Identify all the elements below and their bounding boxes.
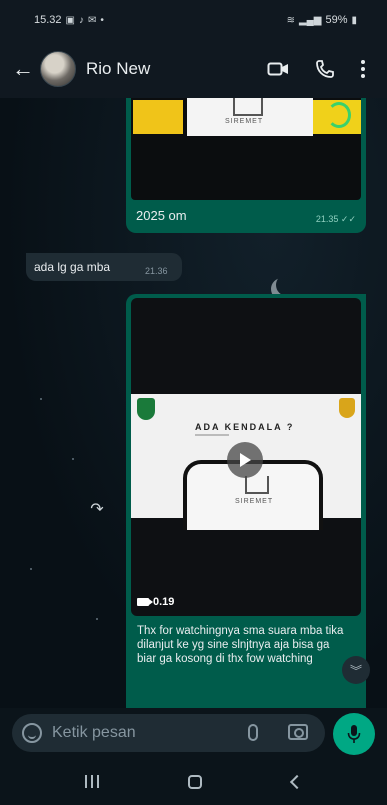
- video-call-icon[interactable]: [267, 61, 289, 77]
- image-card: SIREMET: [187, 98, 313, 136]
- status-time: 15.32: [34, 14, 62, 26]
- more-options-icon[interactable]: [361, 60, 365, 78]
- camera-icon[interactable]: [288, 724, 308, 740]
- message-time: 21.35 ✓✓: [316, 214, 356, 225]
- wallpaper-star: [40, 398, 42, 400]
- slide-title: ADA KENDALA ?: [195, 422, 295, 432]
- slide-subtitle-line: [195, 434, 229, 436]
- video-duration: 0.19: [137, 596, 174, 608]
- message-bubble-outgoing[interactable]: ADA KENDALA ? SIREMET 0.19 Thx for watch…: [126, 294, 366, 708]
- system-nav-bar: [0, 758, 387, 805]
- message-timestamp: 21.36: [145, 266, 168, 276]
- contact-name[interactable]: Rio New: [86, 59, 150, 79]
- message-text: 2025 om: [136, 208, 187, 223]
- home-icon[interactable]: [188, 774, 203, 789]
- status-left: 15.32 ▣ ♪ ✉ •: [34, 14, 104, 26]
- signal-icon: ▂▄▆: [298, 14, 322, 26]
- gallery-icon: ▣: [65, 14, 75, 26]
- microphone-icon[interactable]: [333, 713, 375, 755]
- video-camera-icon: [137, 598, 153, 606]
- chat-header: ← Rio New: [0, 40, 387, 98]
- battery-level: 59%: [325, 14, 348, 26]
- scroll-down-icon[interactable]: ︾: [342, 656, 370, 684]
- play-icon[interactable]: [227, 442, 263, 478]
- message-bubble-outgoing[interactable]: SIREMET 2025 om 21.35 ✓✓: [126, 98, 366, 233]
- tiktok-icon: ♪: [78, 14, 84, 26]
- image-attachment[interactable]: SIREMET: [131, 98, 361, 200]
- emblem-left-icon: [137, 398, 155, 420]
- video-attachment[interactable]: ADA KENDALA ? SIREMET 0.19: [131, 298, 361, 616]
- contact-avatar[interactable]: [40, 51, 76, 87]
- image-label: SIREMET: [225, 118, 264, 125]
- wallpaper-moon: [276, 274, 298, 296]
- system-back-icon[interactable]: [290, 774, 305, 789]
- siremet-logo-icon: [233, 98, 263, 116]
- voice-call-icon[interactable]: [315, 59, 335, 79]
- back-arrow-icon[interactable]: ←: [12, 58, 36, 80]
- header-actions: [267, 59, 365, 79]
- dot-icon: •: [100, 14, 104, 26]
- video-caption: Thx for watchingnya sma suara mba tika d…: [137, 625, 344, 665]
- recent-apps-icon[interactable]: [84, 775, 99, 788]
- image-yellow-left: [133, 100, 183, 134]
- wallpaper-star: [96, 618, 98, 620]
- message-input[interactable]: [52, 720, 222, 746]
- emoji-icon[interactable]: [22, 723, 42, 743]
- video-duration-text: 0.19: [153, 596, 175, 608]
- read-receipt-icon: ✓✓: [340, 214, 356, 224]
- status-bar: 15.32 ▣ ♪ ✉ • ≋ ▂▄▆ 59% ▮: [0, 0, 387, 40]
- wallpaper-star: [30, 568, 32, 570]
- message-text: ada lg ga mba: [34, 260, 111, 274]
- green-scribble-icon: [327, 102, 351, 128]
- chat-area[interactable]: SIREMET 2025 om 21.35 ✓✓ ada lg ga mba 2…: [0, 98, 387, 708]
- wallpaper-star: [72, 458, 74, 460]
- status-right: ≋ ▂▄▆ 59% ▮: [287, 14, 357, 26]
- message-composer[interactable]: [12, 714, 325, 752]
- message-timestamp: 21.35: [315, 214, 339, 224]
- wifi-icon: ≋: [286, 14, 295, 26]
- image-label: SIREMET: [235, 498, 274, 505]
- attach-icon[interactable]: [248, 724, 258, 741]
- emblem-right-icon: [339, 398, 355, 418]
- forward-icon[interactable]: ↷: [84, 496, 110, 522]
- battery-icon: ▮: [351, 14, 357, 26]
- mail-icon: ✉: [87, 14, 97, 26]
- input-bar: [0, 708, 387, 758]
- message-bubble-incoming[interactable]: ada lg ga mba 21.36: [26, 253, 182, 281]
- siremet-logo-icon: [245, 476, 269, 494]
